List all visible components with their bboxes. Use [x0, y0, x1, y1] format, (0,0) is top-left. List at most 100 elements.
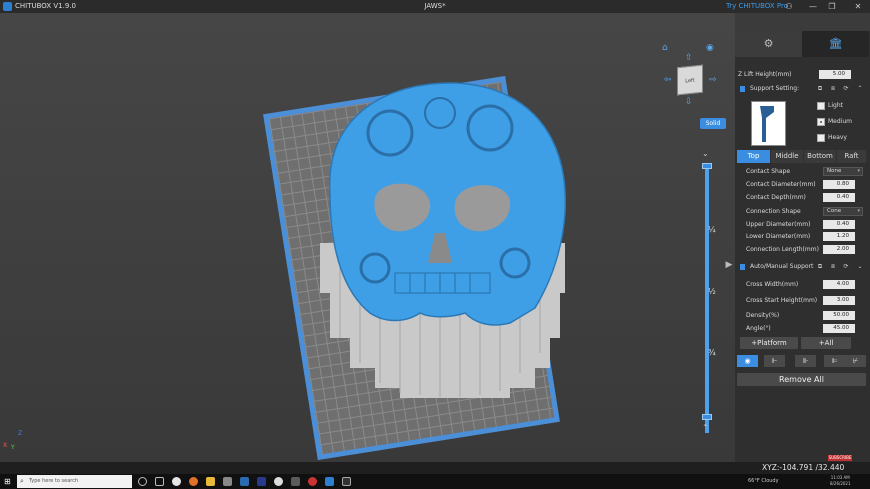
z-lift-input[interactable]: 5.00 — [819, 70, 851, 79]
export-icon[interactable]: ⧈ — [829, 83, 837, 95]
slider-mark-three-quarter: ¾ — [708, 348, 716, 357]
lower-diameter-row: Lower Diameter(mm) 1.20 — [735, 231, 870, 242]
cross-width-input[interactable]: 4.00 — [823, 280, 855, 289]
taskbar-search-input[interactable]: Type here to search — [17, 475, 132, 488]
task-view-icon[interactable] — [155, 477, 164, 486]
collapse-icon[interactable]: ⌃ — [856, 83, 864, 95]
skull-model[interactable] — [300, 73, 590, 413]
layer-slider-track[interactable] — [705, 165, 709, 433]
tab-middle[interactable]: Middle — [771, 150, 803, 163]
angle-input[interactable]: 45.00 — [823, 324, 855, 333]
user-icon[interactable]: ⚇ — [783, 0, 795, 13]
upper-diameter-label: Upper Diameter(mm) — [746, 221, 811, 228]
show-supports-icon[interactable]: ◉ — [737, 355, 758, 367]
chrome-icon[interactable] — [172, 477, 181, 486]
slider-up-chevron-icon[interactable]: ⌄ — [702, 149, 709, 158]
close-icon[interactable]: ✕ — [852, 0, 864, 13]
upper-diameter-input[interactable]: 0.40 — [823, 220, 855, 229]
minimize-icon[interactable]: — — [807, 0, 819, 13]
tab-support[interactable]: 🏛 — [802, 31, 869, 57]
file-explorer-icon[interactable] — [206, 477, 215, 486]
solid-view-button[interactable]: Solid — [700, 118, 726, 129]
connection-length-label: Connection Length(mm) — [746, 246, 819, 253]
app-icon[interactable] — [342, 477, 351, 486]
select-support-tool-icon[interactable]: ⊫ — [824, 355, 845, 367]
connection-length-row: Connection Length(mm) 2.00 — [735, 244, 870, 255]
tab-top[interactable]: Top — [737, 150, 770, 163]
contact-depth-input[interactable]: 0.40 — [823, 193, 855, 202]
heavy-label: Heavy — [828, 134, 847, 141]
contact-depth-label: Contact Depth(mm) — [746, 194, 806, 201]
chitubox-taskbar-icon[interactable] — [325, 477, 334, 486]
remove-all-button[interactable]: Remove All — [737, 373, 866, 386]
tab-raft[interactable]: Raft — [837, 150, 866, 163]
reset-icon[interactable]: ⟳ — [842, 261, 850, 273]
app-icon[interactable] — [291, 477, 300, 486]
contact-shape-label: Contact Shape — [746, 168, 791, 175]
expand-icon[interactable]: ⌄ — [856, 261, 864, 273]
contact-diameter-row: Contact Diameter(mm) 0.80 — [735, 179, 870, 190]
view-cube[interactable]: Left — [677, 64, 703, 96]
all-button[interactable]: +All — [801, 337, 851, 349]
cross-start-height-input[interactable]: 3.00 — [823, 296, 855, 305]
layer-slider-bottom-handle[interactable] — [702, 414, 712, 420]
rotate-down-icon[interactable]: ⇩ — [685, 97, 693, 107]
3d-viewport[interactable]: ⌂ ◉ ⇧ ⇦ ⇨ ⇩ Left Solid ⌄ ¼ ½ ¾ ⌃ ▶ Z X Y — [0, 13, 735, 462]
slider-mark-quarter: ¼ — [708, 225, 716, 234]
light-label: Light — [828, 102, 843, 109]
firefox-icon[interactable] — [189, 477, 198, 486]
contact-shape-select[interactable]: None — [823, 167, 863, 176]
lower-diameter-input[interactable]: 1.20 — [823, 232, 855, 241]
angle-label: Angle(°) — [746, 325, 771, 332]
taskbar-clock[interactable]: 11:03 AM 8/26/2021 — [830, 475, 851, 487]
cortana-icon[interactable] — [138, 477, 147, 486]
add-branch-tool-icon[interactable]: ⊪ — [795, 355, 816, 367]
axis-z-label: Z — [18, 430, 23, 437]
eye-view-icon[interactable]: ◉ — [706, 43, 714, 53]
tab-settings[interactable]: ⚙ — [735, 31, 802, 57]
tab-bottom[interactable]: Bottom — [804, 150, 836, 163]
rotate-left-icon[interactable]: ⇦ — [664, 75, 672, 85]
windows-start-icon[interactable]: ⊞ — [4, 477, 13, 486]
import-icon[interactable]: ⧉ — [816, 261, 824, 273]
home-view-icon[interactable]: ⌂ — [662, 43, 668, 53]
skull-mesh — [329, 82, 566, 326]
app-icon[interactable] — [240, 477, 249, 486]
import-icon[interactable]: ⧉ — [816, 83, 824, 95]
density-label: Density(%) — [746, 312, 780, 319]
light-checkbox[interactable] — [817, 102, 825, 110]
platform-button[interactable]: +Platform — [740, 337, 798, 349]
rotate-up-icon[interactable]: ⇧ — [685, 53, 693, 63]
panel-expand-arrow-icon[interactable]: ▶ — [724, 256, 734, 274]
panel-tabs: ⚙ 🏛 — [735, 31, 870, 57]
add-support-tool-icon[interactable]: ⊩ — [764, 355, 785, 367]
heavy-checkbox[interactable] — [817, 134, 825, 142]
clock-date: 8/26/2021 — [830, 481, 851, 486]
cross-start-height-label: Cross Start Height(mm) — [746, 297, 818, 304]
slider-down-chevron-icon[interactable]: ⌃ — [702, 423, 709, 432]
contact-diameter-input[interactable]: 0.80 — [823, 180, 855, 189]
support-pillars-icon: 🏛 — [828, 37, 843, 50]
app-icon[interactable] — [274, 477, 283, 486]
reset-icon[interactable]: ⟳ — [842, 83, 850, 95]
status-bar: XYZ:-104.791 /32.440 /97.954 — [0, 462, 870, 484]
try-pro-link[interactable]: Try CHITUBOX Pro — [726, 0, 788, 13]
record-badge: SUBSCRIBE — [828, 455, 852, 461]
delete-support-tool-icon[interactable]: ⊬ — [845, 355, 866, 367]
connection-shape-select[interactable]: Cone — [823, 207, 863, 216]
app-icon[interactable] — [308, 477, 317, 486]
app-icon[interactable] — [223, 477, 232, 486]
medium-checkbox[interactable] — [817, 118, 825, 126]
slider-mark-half: ½ — [708, 287, 716, 296]
support-subtabs: Top Middle Bottom Raft — [737, 150, 866, 163]
connection-length-input[interactable]: 2.00 — [823, 245, 855, 254]
maximize-icon[interactable]: ❐ — [826, 0, 838, 13]
rotate-right-icon[interactable]: ⇨ — [709, 75, 717, 85]
layer-slider-top-handle[interactable] — [702, 163, 712, 169]
density-input[interactable]: 50.00 — [823, 311, 855, 320]
weather-widget[interactable]: 66°F Cloudy — [748, 474, 779, 489]
export-icon[interactable]: ⧈ — [829, 261, 837, 273]
photoshop-icon[interactable] — [257, 477, 266, 486]
auto-manual-label: Auto/Manual Support — [750, 263, 814, 270]
title-bar: CHITUBOX V1.9.0 JAWS* Try CHITUBOX Pro ⚇… — [0, 0, 870, 13]
